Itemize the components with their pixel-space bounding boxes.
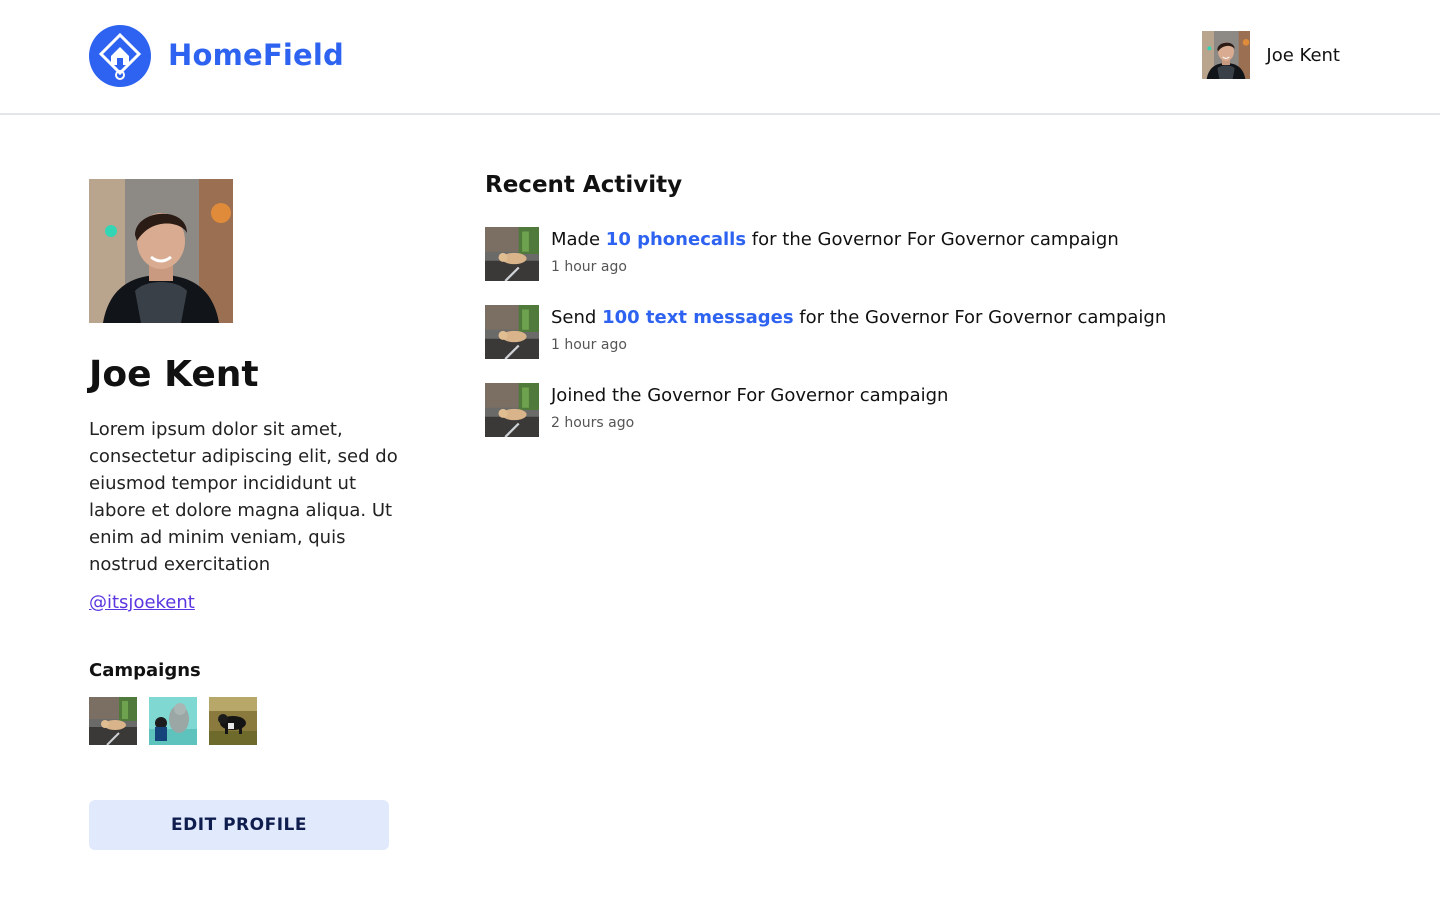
activity-timestamp: 1 hour ago: [551, 259, 627, 275]
brand-name[interactable]: HomeField: [168, 38, 344, 72]
activity-item: Send 100 text messages for the Governor …: [485, 305, 1365, 359]
activity-prefix: Made: [551, 229, 606, 250]
activity-count-link[interactable]: 10 phonecalls: [606, 229, 746, 250]
user-name[interactable]: Joe Kent: [1266, 45, 1340, 66]
profile-bio: Lorem ipsum dolor sit amet, consectetur …: [89, 419, 398, 575]
profile-handle-link[interactable]: @itsjoekent: [89, 592, 195, 613]
activity-text: Send 100 text messages for the Governor …: [551, 307, 1166, 328]
activity-item: Joined the Governor For Governor campaig…: [485, 383, 1365, 437]
activity-content: Joined the Governor For Governor campaig…: [551, 383, 948, 431]
activity-content: Send 100 text messages for the Governor …: [551, 305, 1166, 353]
activity-content: Made 10 phonecalls for the Governor For …: [551, 227, 1119, 275]
activity-prefix: Joined the Governor For Governor campaig…: [551, 385, 949, 406]
user-avatar[interactable]: [1202, 31, 1250, 79]
campaign-thumbnail[interactable]: [485, 383, 539, 437]
campaign-thumbnail[interactable]: [209, 697, 257, 745]
campaign-thumbnail[interactable]: [89, 697, 137, 745]
user-menu[interactable]: Joe Kent: [1202, 31, 1340, 79]
activity-suffix: for the Governor For Governor campaign: [793, 307, 1167, 328]
profile-avatar: [89, 179, 233, 323]
top-nav: HomeField Joe Kent: [0, 0, 1440, 115]
activity-timestamp: 1 hour ago: [551, 337, 627, 353]
home-diamond-icon[interactable]: [89, 25, 151, 87]
campaign-list: [89, 697, 257, 745]
profile-name: Joe Kent: [89, 354, 259, 395]
recent-activity-heading: Recent Activity: [485, 172, 683, 198]
activity-count-link[interactable]: 100 text messages: [602, 307, 793, 328]
activity-text: Made 10 phonecalls for the Governor For …: [551, 229, 1119, 250]
activity-text: Joined the Governor For Governor campaig…: [551, 385, 948, 406]
campaign-thumbnail[interactable]: [485, 305, 539, 359]
activity-timestamp: 2 hours ago: [551, 415, 635, 431]
campaign-thumbnail[interactable]: [149, 697, 197, 745]
campaigns-heading: Campaigns: [89, 660, 201, 681]
activity-suffix: for the Governor For Governor campaign: [746, 229, 1119, 250]
activity-list: Made 10 phonecalls for the Governor For …: [485, 227, 1365, 461]
activity-item: Made 10 phonecalls for the Governor For …: [485, 227, 1365, 281]
campaign-thumbnail[interactable]: [485, 227, 539, 281]
activity-prefix: Send: [551, 307, 603, 328]
edit-profile-button[interactable]: EDIT PROFILE: [89, 800, 389, 850]
